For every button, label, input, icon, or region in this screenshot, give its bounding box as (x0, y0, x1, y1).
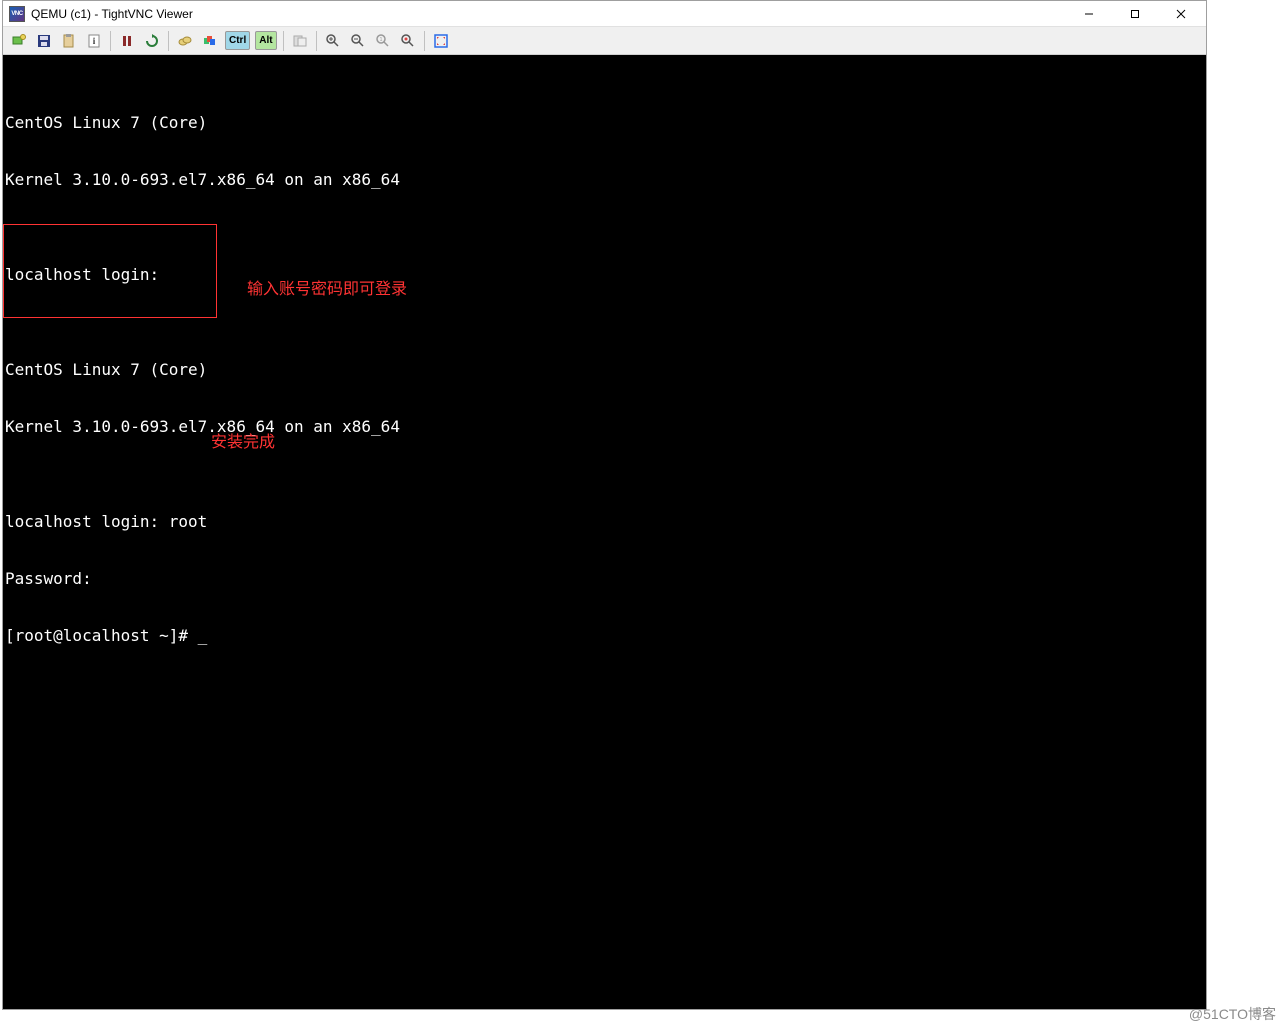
zoom-out-button[interactable] (346, 29, 370, 53)
maximize-button[interactable] (1112, 1, 1158, 27)
svg-text:1: 1 (379, 37, 382, 43)
file-transfer-button[interactable] (288, 29, 312, 53)
terminal-line: CentOS Linux 7 (Core) (3, 113, 1206, 132)
save-button[interactable] (32, 29, 56, 53)
pause-button[interactable] (115, 29, 139, 53)
zoom-in-button[interactable] (321, 29, 345, 53)
window-controls (1066, 1, 1204, 26)
terminal-line: localhost login: (3, 265, 1206, 284)
zoom-100-button[interactable]: 1 (371, 29, 395, 53)
options-button[interactable] (57, 29, 81, 53)
annotation-done: 安装完成 (211, 433, 275, 452)
app-icon (9, 6, 25, 22)
terminal-line: localhost login: root (3, 512, 1206, 531)
terminal-line: Password: (3, 569, 1206, 588)
terminal-line: Kernel 3.10.0-693.el7.x86_64 on an x86_6… (3, 417, 1206, 436)
ctrl-key-label: Ctrl (225, 31, 250, 50)
new-connection-button[interactable] (7, 29, 31, 53)
watermark: @51CTO博客 (1189, 1004, 1276, 1024)
toolbar-separator (110, 31, 111, 51)
terminal-line: [root@localhost ~]# _ (3, 626, 1206, 645)
vnc-viewer-window: QEMU (c1) - TightVNC Viewer i (2, 0, 1207, 1010)
window-title: QEMU (c1) - TightVNC Viewer (31, 7, 1066, 21)
fullscreen-button[interactable] (429, 29, 453, 53)
toolbar-separator (424, 31, 425, 51)
annotation-login-hint: 输入账号密码即可登录 (247, 280, 407, 299)
close-button[interactable] (1158, 1, 1204, 27)
titlebar: QEMU (c1) - TightVNC Viewer (3, 1, 1206, 27)
minimize-button[interactable] (1066, 1, 1112, 27)
ctrl-alt-del-button[interactable] (173, 29, 197, 53)
ctrl-key-button[interactable]: Ctrl (223, 29, 252, 53)
toolbar-separator (283, 31, 284, 51)
zoom-auto-button[interactable] (396, 29, 420, 53)
alt-key-button[interactable]: Alt (253, 29, 278, 53)
connection-info-button[interactable]: i (82, 29, 106, 53)
terminal-line: CentOS Linux 7 (Core) (3, 360, 1206, 379)
refresh-button[interactable] (140, 29, 164, 53)
ctrl-esc-button[interactable] (198, 29, 222, 53)
terminal-line: Kernel 3.10.0-693.el7.x86_64 on an x86_6… (3, 170, 1206, 189)
toolbar-separator (168, 31, 169, 51)
toolbar: i Ctrl Alt 1 (3, 27, 1206, 55)
toolbar-separator (316, 31, 317, 51)
alt-key-label: Alt (255, 31, 276, 50)
terminal-viewport[interactable]: CentOS Linux 7 (Core) Kernel 3.10.0-693.… (3, 55, 1206, 1009)
